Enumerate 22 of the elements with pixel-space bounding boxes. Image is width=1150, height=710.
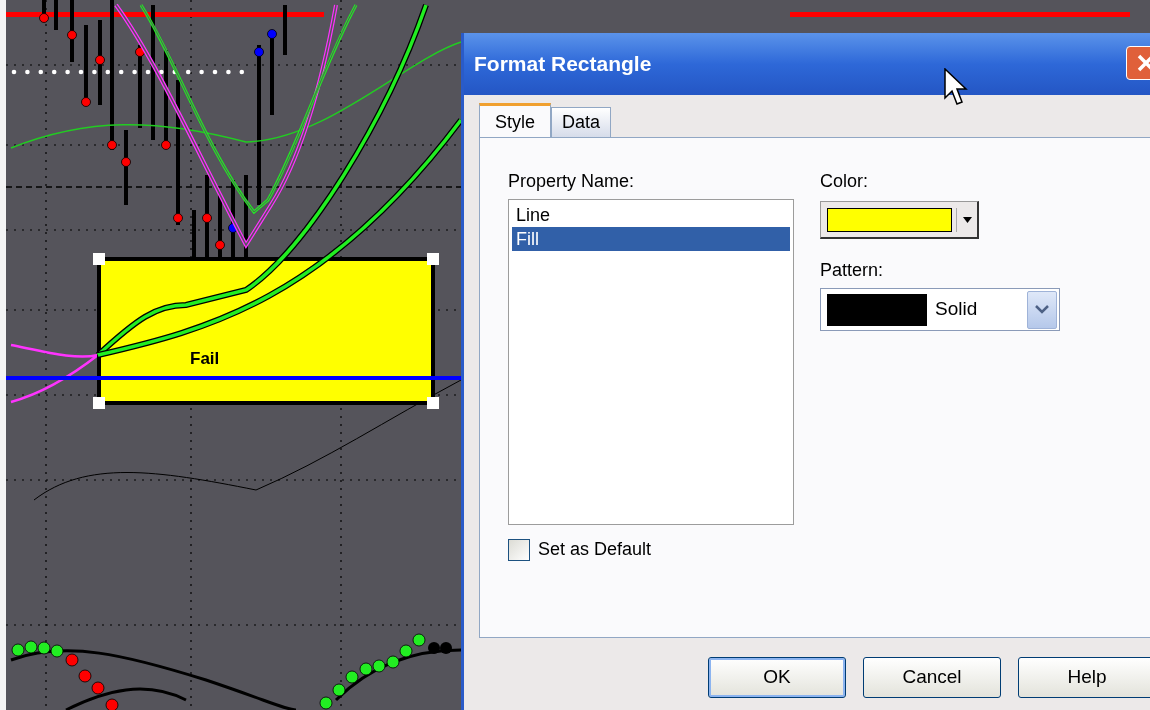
dialog-button[interactable]: Cancel [863,657,1001,698]
checkbox-label: Set as Default [538,538,652,561]
close-icon [1136,53,1150,73]
pattern-value: Solid [935,297,979,322]
annotation-label: Fail [190,349,220,368]
list-item[interactable]: Fill [512,227,790,251]
color-label: Color: [820,170,869,193]
list-item[interactable]: Line [512,203,790,227]
tab[interactable]: Data [551,107,612,137]
tab[interactable]: Style [479,103,552,138]
color-picker-button[interactable] [820,201,979,239]
caret-icon [963,216,972,223]
pattern-dropdown[interactable]: Solid [820,288,1060,331]
mouse-cursor-icon [944,68,968,108]
chevron-down-icon [1035,305,1049,314]
property-list-label: Property Name: [508,170,636,193]
dropdown-button[interactable] [1027,290,1057,329]
dialog-button[interactable]: OK [708,657,846,698]
dialog-button[interactable]: Help [1018,657,1150,698]
checkbox[interactable] [508,538,530,561]
window-title: Format Rectangle [474,51,652,78]
pattern-label: Pattern: [820,259,885,282]
